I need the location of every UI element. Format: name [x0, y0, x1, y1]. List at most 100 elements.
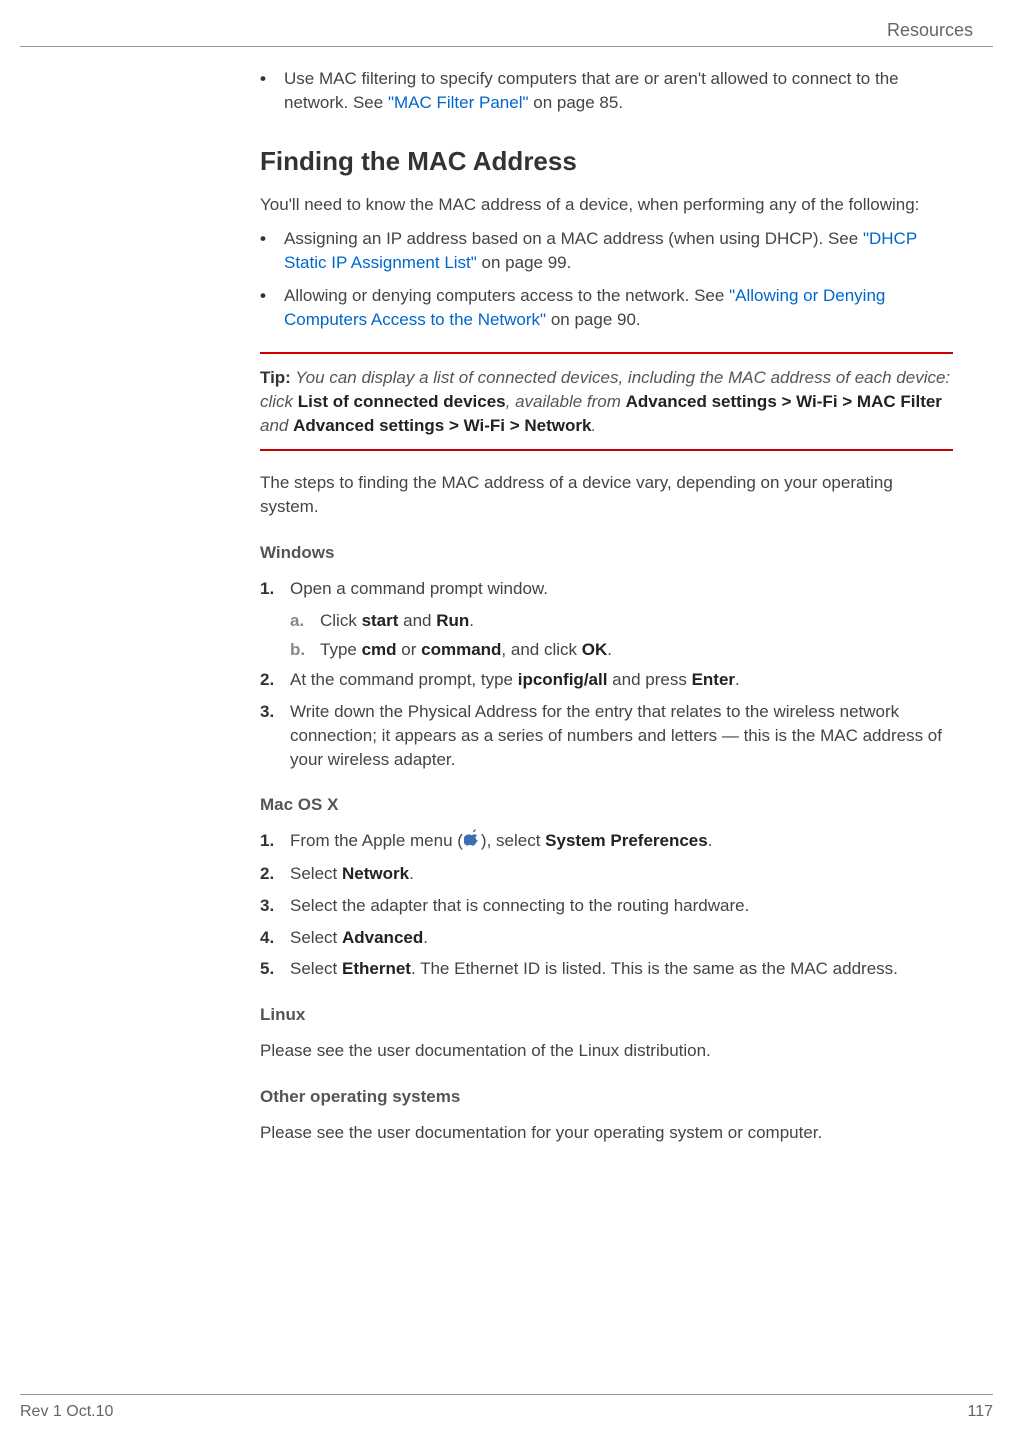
link-mac-filter-panel[interactable]: "MAC Filter Panel" — [388, 93, 529, 112]
bold: Advanced settings — [293, 416, 444, 435]
bold: Wi-Fi — [796, 392, 837, 411]
text: . — [735, 670, 740, 689]
text: Select — [290, 928, 342, 947]
bold: command — [421, 640, 501, 659]
step-number: 1. — [260, 577, 290, 601]
text: Allowing or denying computers access to … — [284, 286, 729, 305]
text: . — [423, 928, 428, 947]
tip-box: Tip: You can display a list of connected… — [260, 352, 953, 451]
text: . — [591, 416, 596, 435]
bullet-item: • Assigning an IP address based on a MAC… — [260, 227, 953, 275]
step: 2. Select Network. — [260, 862, 953, 886]
bold: Enter — [692, 670, 735, 689]
text: > — [838, 392, 857, 411]
step-text: Select Advanced. — [290, 926, 953, 950]
text: > — [505, 416, 524, 435]
text: and — [260, 416, 293, 435]
step-number: 4. — [260, 926, 290, 950]
header-rule — [20, 46, 993, 47]
text: > — [444, 416, 463, 435]
text: Type — [320, 640, 362, 659]
bold: Network — [524, 416, 591, 435]
text: Select — [290, 864, 342, 883]
text: From the Apple menu ( — [290, 831, 463, 850]
bold: Ethernet — [342, 959, 411, 978]
bullet-text: Use MAC filtering to specify computers t… — [284, 67, 953, 115]
bold: Advanced — [342, 928, 423, 947]
intro-paragraph: You'll need to know the MAC address of a… — [260, 193, 953, 217]
intro-bullet: • Use MAC filtering to specify computers… — [260, 67, 953, 115]
bullet-marker: • — [260, 284, 284, 332]
text: . — [607, 640, 612, 659]
substep: a. Click start and Run. — [290, 609, 953, 633]
text: and press — [607, 670, 691, 689]
bold: start — [362, 611, 399, 630]
text: , and click — [501, 640, 581, 659]
paragraph: Please see the user documentation for yo… — [260, 1121, 953, 1145]
footer-page-number: 117 — [967, 1403, 993, 1421]
step-number: 2. — [260, 862, 290, 886]
substep-text: Click start and Run. — [320, 609, 953, 633]
heading-finding-mac: Finding the MAC Address — [260, 143, 953, 179]
text: or — [397, 640, 422, 659]
subhead-windows: Windows — [260, 541, 953, 565]
text: ), select — [481, 831, 545, 850]
step-text: Write down the Physical Address for the … — [290, 700, 953, 771]
step: 2. At the command prompt, type ipconfig/… — [260, 668, 953, 692]
text: . — [708, 831, 713, 850]
bullet-marker: • — [260, 227, 284, 275]
step: 1. Open a command prompt window. — [260, 577, 953, 601]
bullet-item: • Allowing or denying computers access t… — [260, 284, 953, 332]
text: Click — [320, 611, 362, 630]
apple-icon — [464, 829, 480, 854]
step: 1. From the Apple menu ( ), select System… — [260, 829, 953, 854]
step-text: From the Apple menu ( ), select System Pr… — [290, 829, 953, 854]
bullet-marker: • — [260, 67, 284, 115]
subhead-macosx: Mac OS X — [260, 793, 953, 817]
bullet-text: Assigning an IP address based on a MAC a… — [284, 227, 953, 275]
step-number: 1. — [260, 829, 290, 854]
bold: System Preferences — [545, 831, 708, 850]
subhead-linux: Linux — [260, 1003, 953, 1027]
bold: cmd — [362, 640, 397, 659]
step-number: 2. — [260, 668, 290, 692]
bold: Wi-Fi — [464, 416, 505, 435]
text: At the command prompt, type — [290, 670, 518, 689]
step: 3. Select the adapter that is connecting… — [260, 894, 953, 918]
step-text: Open a command prompt window. — [290, 577, 953, 601]
text: . — [409, 864, 414, 883]
bold: Run — [436, 611, 469, 630]
text: and — [398, 611, 436, 630]
substep-marker: b. — [290, 638, 320, 662]
substep-marker: a. — [290, 609, 320, 633]
subhead-other-os: Other operating systems — [260, 1085, 953, 1109]
bullet-text: Allowing or denying computers access to … — [284, 284, 953, 332]
main-content: • Use MAC filtering to specify computers… — [260, 67, 953, 1144]
text: , available from — [506, 392, 626, 411]
text: Assigning an IP address based on a MAC a… — [284, 229, 863, 248]
step-text: At the command prompt, type ipconfig/all… — [290, 668, 953, 692]
paragraph: Please see the user documentation of the… — [260, 1039, 953, 1063]
paragraph: The steps to finding the MAC address of … — [260, 471, 953, 519]
step-number: 5. — [260, 957, 290, 981]
text: . The Ethernet ID is listed. This is the… — [411, 959, 898, 978]
text: Select — [290, 959, 342, 978]
bold: List of connected devices — [298, 392, 506, 411]
step-number: 3. — [260, 700, 290, 771]
step-number: 3. — [260, 894, 290, 918]
bold: Network — [342, 864, 409, 883]
page-footer: Rev 1 Oct.10 117 — [20, 1394, 993, 1421]
tip-label: Tip: — [260, 368, 291, 387]
text: on page 85. — [529, 93, 624, 112]
bold: MAC Filter — [857, 392, 942, 411]
step: 4. Select Advanced. — [260, 926, 953, 950]
text: on page 90. — [546, 310, 641, 329]
step-text: Select Ethernet. The Ethernet ID is list… — [290, 957, 953, 981]
text: on page 99. — [477, 253, 572, 272]
step: 3. Write down the Physical Address for t… — [260, 700, 953, 771]
substep-text: Type cmd or command, and click OK. — [320, 638, 953, 662]
page-header-section: Resources — [0, 0, 1013, 46]
substep: b. Type cmd or command, and click OK. — [290, 638, 953, 662]
step: 5. Select Ethernet. The Ethernet ID is l… — [260, 957, 953, 981]
text: . — [469, 611, 474, 630]
